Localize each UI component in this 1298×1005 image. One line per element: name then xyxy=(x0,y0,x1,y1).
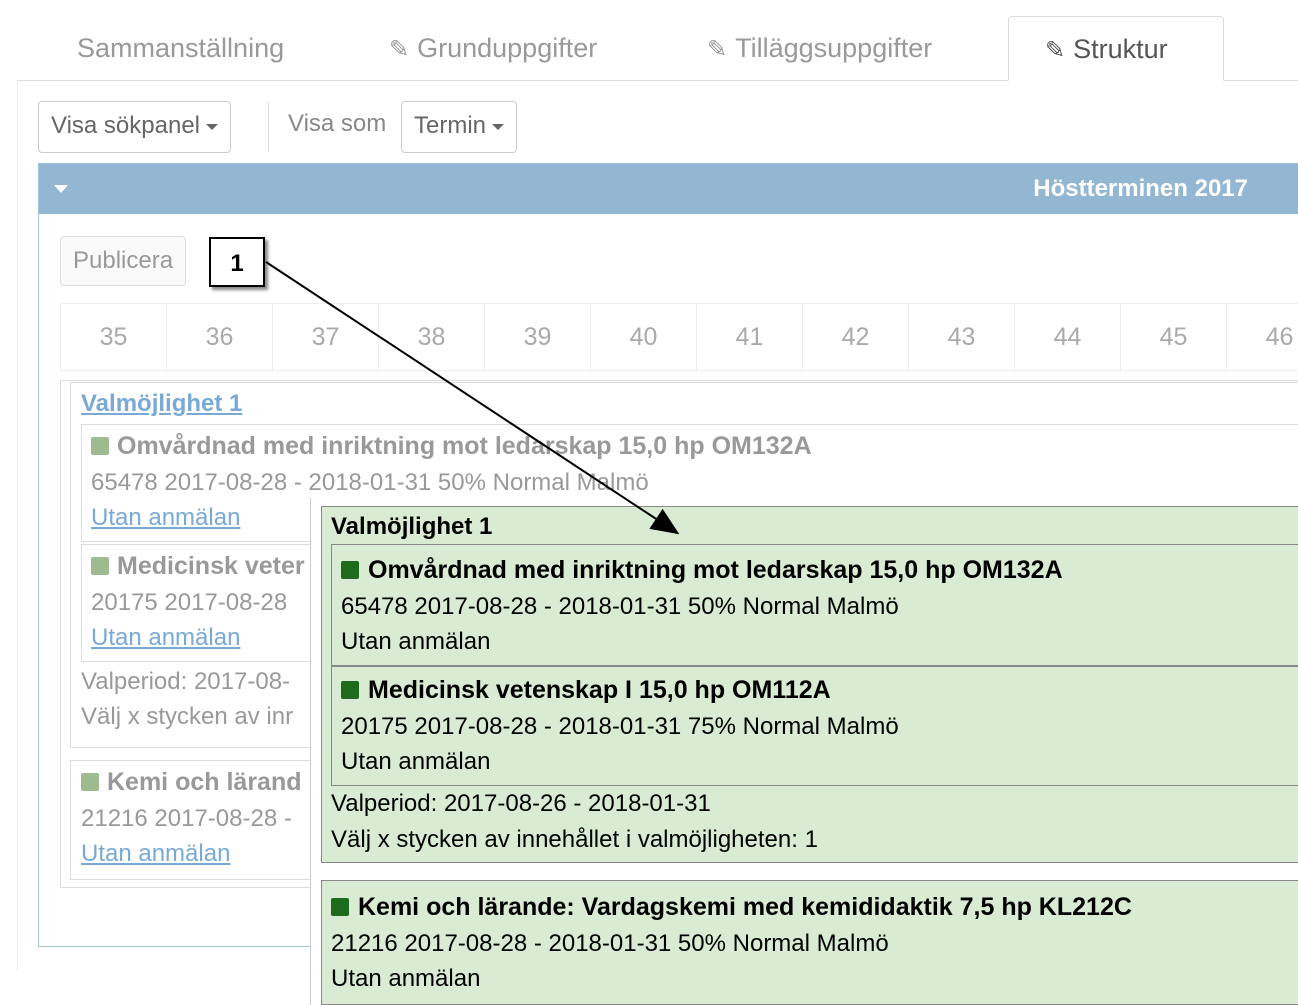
callout-arrow xyxy=(265,261,680,535)
arrow-line xyxy=(265,261,680,535)
